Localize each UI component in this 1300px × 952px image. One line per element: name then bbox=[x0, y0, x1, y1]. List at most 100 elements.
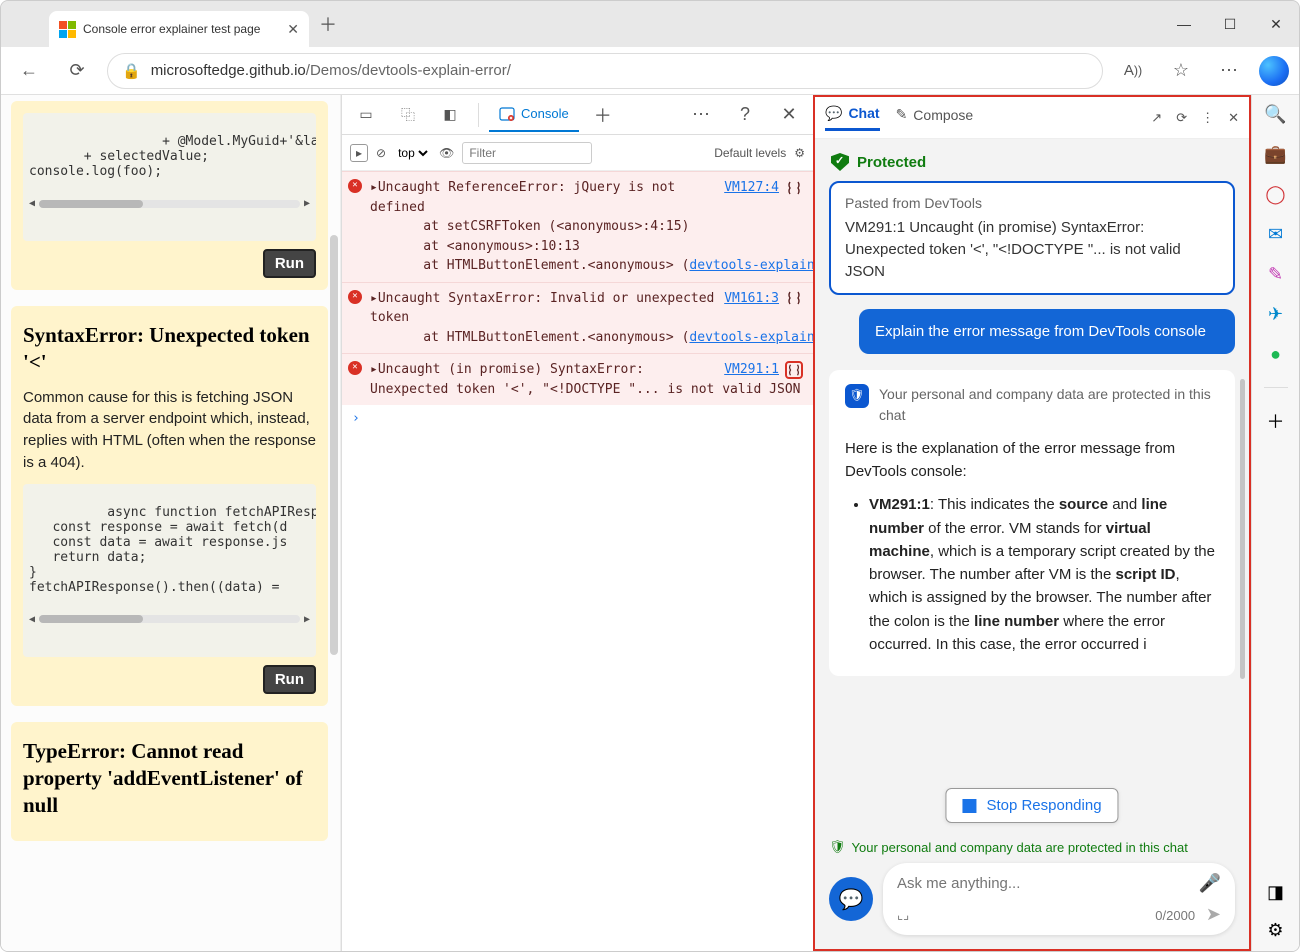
copilot-explain-icon[interactable] bbox=[785, 179, 803, 197]
close-icon[interactable]: ✕ bbox=[1228, 110, 1239, 126]
response-intro: Here is the explanation of the error mes… bbox=[845, 437, 1219, 484]
mic-icon[interactable]: 🎤 bbox=[1199, 873, 1221, 894]
copilot-explain-icon[interactable] bbox=[785, 289, 803, 307]
browser-toolbar: ← ⟳ 🔒 microsoftedge.github.io/Demos/devt… bbox=[1, 47, 1299, 95]
url-host: microsoftedge.github.io bbox=[151, 62, 306, 79]
run-button[interactable]: Run bbox=[263, 249, 316, 278]
page-content: + @Model.MyGuid+'&lang + selectedValue; … bbox=[1, 95, 341, 951]
copilot-panel: 💬Chat ✎Compose ↗ ⟳ ⋮ ✕ Protected Pasted … bbox=[813, 95, 1251, 951]
footer-protection-note: 🛡 Your personal and company data are pro… bbox=[829, 839, 1235, 855]
run-button[interactable]: Run bbox=[263, 665, 316, 694]
designer-icon[interactable]: ✎ bbox=[1265, 263, 1287, 285]
maximize-button[interactable]: ☐ bbox=[1207, 1, 1253, 47]
console-error[interactable]: ✕ VM161:3 ▸Uncaught SyntaxError: Invalid… bbox=[342, 282, 813, 354]
outlook-icon[interactable]: ✉ bbox=[1265, 223, 1287, 245]
ask-input-box[interactable]: 🎤 ⌞⌟ 0/2000 ➤ bbox=[883, 863, 1235, 935]
menu-icon[interactable]: ⋮ bbox=[1201, 110, 1214, 126]
office-icon[interactable]: ◯ bbox=[1265, 183, 1287, 205]
devtools-more-icon[interactable]: ⋯ bbox=[683, 97, 719, 133]
error-icon: ✕ bbox=[348, 361, 362, 375]
card-title: TypeError: Cannot read property 'addEven… bbox=[23, 738, 316, 820]
user-message: Explain the error message from DevTools … bbox=[859, 309, 1235, 354]
error-icon: ✕ bbox=[348, 179, 362, 193]
browser-sidebar: 🔍 💼 ◯ ✉ ✎ ✈ ● ＋ ◨ ⚙ bbox=[1251, 95, 1299, 951]
more-icon[interactable]: ⋯ bbox=[1211, 53, 1247, 89]
refresh-button[interactable]: ⟳ bbox=[59, 53, 95, 89]
inspect-icon[interactable]: ▭ bbox=[348, 97, 384, 133]
devtools-tabs: ▭ ⿻ ◧ Console ＋ ⋯ ? ✕ bbox=[342, 95, 813, 135]
telegram-icon[interactable]: ✈ bbox=[1265, 303, 1287, 325]
collapse-icon[interactable]: ◨ bbox=[1265, 881, 1287, 903]
add-icon[interactable]: ＋ bbox=[1265, 410, 1287, 432]
add-tab-icon[interactable]: ＋ bbox=[585, 97, 621, 133]
settings-icon[interactable]: ⚙ bbox=[1265, 919, 1287, 941]
clear-console-icon[interactable]: ⊘ bbox=[376, 146, 386, 160]
open-icon[interactable]: ↗ bbox=[1151, 110, 1162, 126]
sidebar-toggle-icon[interactable]: ▸ bbox=[350, 144, 368, 162]
vertical-scrollbar[interactable] bbox=[330, 235, 338, 655]
stack-link[interactable]: devtools-explain-error/:332:25 bbox=[689, 330, 813, 345]
console-error[interactable]: ✕ VM127:4 ▸Uncaught ReferenceError: jQue… bbox=[342, 171, 813, 282]
devtools-help-icon[interactable]: ? bbox=[727, 97, 763, 133]
browser-tab[interactable]: Console error explainer test page ✕ bbox=[49, 11, 309, 47]
settings-icon[interactable]: ⚙ bbox=[794, 146, 805, 160]
address-bar[interactable]: 🔒 microsoftedge.github.io/Demos/devtools… bbox=[107, 53, 1103, 89]
console-prompt[interactable]: › bbox=[342, 405, 813, 432]
vertical-scrollbar[interactable] bbox=[1240, 379, 1245, 679]
code-block: + @Model.MyGuid+'&lang + selectedValue; … bbox=[23, 113, 316, 241]
stop-responding-button[interactable]: Stop Responding bbox=[945, 788, 1118, 823]
dock-icon[interactable]: ◧ bbox=[432, 97, 468, 133]
tab-title: Console error explainer test page bbox=[83, 22, 260, 36]
context-select[interactable]: top bbox=[394, 145, 431, 161]
tab-close-icon[interactable]: ✕ bbox=[287, 21, 299, 38]
source-link[interactable]: VM127:4 bbox=[724, 180, 779, 195]
attach-icon[interactable]: ⌞⌟ bbox=[897, 907, 909, 923]
minimize-button[interactable]: — bbox=[1161, 1, 1207, 47]
live-expression-icon[interactable]: 👁 bbox=[439, 146, 454, 160]
example-card-2: SyntaxError: Unexpected token '<' Common… bbox=[11, 306, 328, 706]
source-link[interactable]: VM291:1 bbox=[724, 362, 779, 377]
copilot-footer: 🛡 Your personal and company data are pro… bbox=[815, 833, 1249, 949]
devtools-close-icon[interactable]: ✕ bbox=[771, 97, 807, 133]
tab-compose[interactable]: ✎Compose bbox=[896, 106, 974, 129]
console-error[interactable]: ✕ VM291:1 ▸Uncaught (in promise) SyntaxE… bbox=[342, 353, 813, 405]
copilot-button[interactable] bbox=[1259, 56, 1289, 86]
send-icon[interactable]: ➤ bbox=[1206, 904, 1221, 924]
stack-link[interactable]: devtools-explain-error/:332:25 bbox=[689, 258, 813, 273]
lock-icon: 🔒 bbox=[122, 62, 141, 80]
tab-chat[interactable]: 💬Chat bbox=[825, 105, 880, 131]
ask-input[interactable] bbox=[897, 875, 1189, 892]
horizontal-scrollbar[interactable]: ◀▶ bbox=[29, 198, 310, 209]
read-aloud-icon[interactable]: A)) bbox=[1115, 53, 1151, 89]
protection-notice: Your personal and company data are prote… bbox=[879, 384, 1219, 427]
chat-icon: 💬 bbox=[825, 105, 842, 122]
search-icon[interactable]: 🔍 bbox=[1265, 103, 1287, 125]
url-path: /Demos/devtools-explain-error/ bbox=[306, 62, 511, 79]
error-icon: ✕ bbox=[348, 290, 362, 304]
device-icon[interactable]: ⿻ bbox=[390, 97, 426, 133]
briefcase-icon[interactable]: 💼 bbox=[1265, 143, 1287, 165]
filter-input[interactable] bbox=[462, 142, 592, 164]
new-topic-button[interactable]: 💬 bbox=[829, 877, 873, 921]
source-link[interactable]: VM161:3 bbox=[724, 291, 779, 306]
favorite-icon[interactable]: ☆ bbox=[1163, 53, 1199, 89]
copilot-body: Protected Pasted from DevTools VM291:1 U… bbox=[815, 139, 1249, 833]
stop-icon bbox=[962, 799, 976, 813]
code-block: async function fetchAPIResponse( const r… bbox=[23, 484, 316, 657]
copilot-explain-icon[interactable] bbox=[785, 361, 803, 379]
compose-icon: ✎ bbox=[896, 106, 908, 123]
card-title: SyntaxError: Unexpected token '<' bbox=[23, 322, 316, 377]
shield-icon: 🛡 bbox=[845, 384, 869, 408]
pasted-from-label: Pasted from DevTools bbox=[845, 193, 1219, 213]
back-button[interactable]: ← bbox=[11, 53, 47, 89]
titlebar: Console error explainer test page ✕ ＋ — … bbox=[1, 1, 1299, 47]
refresh-icon[interactable]: ⟳ bbox=[1176, 110, 1187, 126]
assistant-response: 🛡 Your personal and company data are pro… bbox=[829, 370, 1235, 677]
console-filter-bar: ▸ ⊘ top 👁 Default levels ⚙ bbox=[342, 135, 813, 171]
spotify-icon[interactable]: ● bbox=[1265, 343, 1287, 365]
tab-console[interactable]: Console bbox=[489, 98, 579, 132]
log-levels[interactable]: Default levels bbox=[714, 146, 786, 160]
new-tab-button[interactable]: ＋ bbox=[319, 11, 337, 37]
horizontal-scrollbar[interactable]: ◀▶ bbox=[29, 614, 310, 625]
close-button[interactable]: ✕ bbox=[1253, 1, 1299, 47]
